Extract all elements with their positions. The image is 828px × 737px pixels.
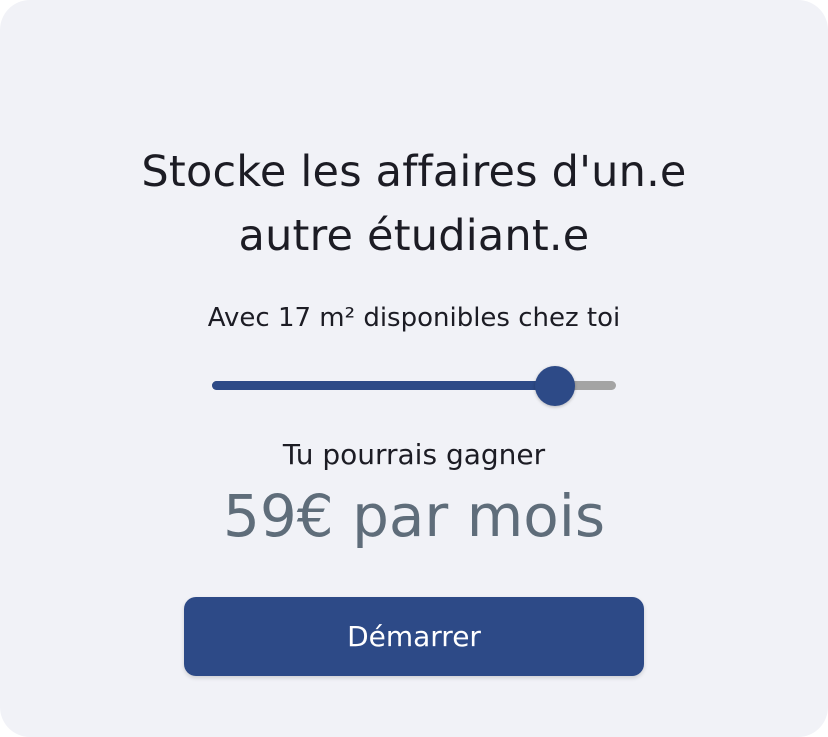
storage-offer-card: Stocke les affaires d'un.e autre étudian… (0, 0, 828, 737)
slider-fill (212, 381, 556, 390)
slider-thumb[interactable] (535, 366, 576, 406)
card-title-line-2: autre étudiant.e (238, 211, 590, 261)
start-button[interactable]: Démarrer (184, 597, 644, 676)
card-title-line-1: Stocke les affaires d'un.e (141, 147, 687, 197)
card-title: Stocke les affaires d'un.e autre étudian… (0, 140, 828, 268)
space-slider[interactable] (212, 364, 616, 408)
available-space-text: Avec 17 m² disponibles chez toi (207, 303, 621, 333)
earnings-label: Tu pourrais gagner (282, 438, 546, 471)
earnings-amount: 59€ par mois (222, 482, 606, 550)
